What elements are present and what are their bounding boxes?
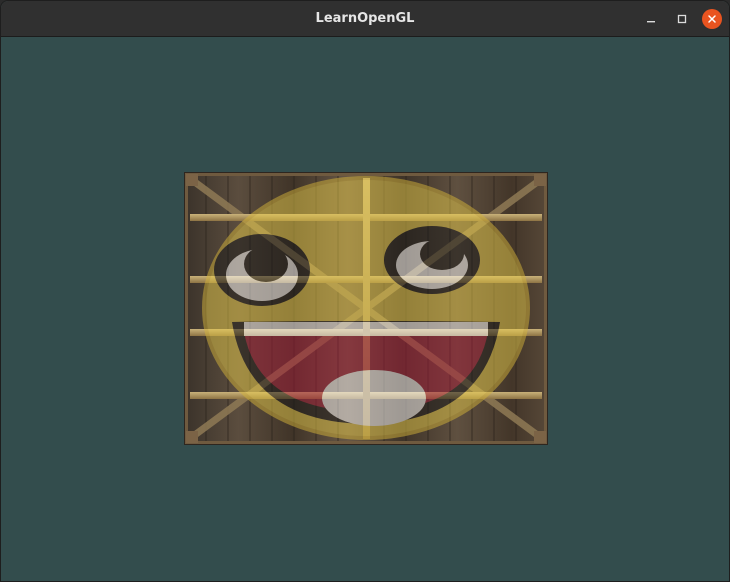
textured-quad: [184, 172, 548, 445]
awesome-face-overlay-image: [202, 176, 530, 440]
maximize-button[interactable]: [672, 9, 692, 29]
app-window: LearnOpenGL: [0, 0, 730, 582]
maximize-icon: [677, 14, 687, 24]
minimize-button[interactable]: [641, 9, 661, 29]
gl-viewport[interactable]: [1, 38, 729, 581]
close-icon: [708, 15, 716, 23]
window-title: LearnOpenGL: [315, 11, 415, 26]
close-button[interactable]: [702, 9, 722, 29]
title-bar[interactable]: LearnOpenGL: [1, 1, 729, 37]
minimize-icon: [647, 21, 655, 23]
